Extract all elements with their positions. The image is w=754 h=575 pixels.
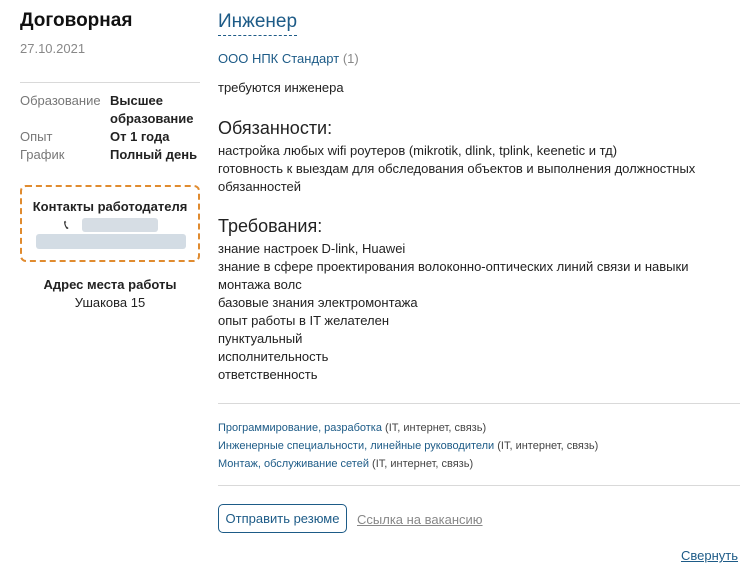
contact-info-hidden[interactable] xyxy=(36,234,186,249)
send-resume-button[interactable]: Отправить резюме xyxy=(218,504,347,533)
company-link[interactable]: ООО НПК Стандарт xyxy=(218,51,339,66)
category-link[interactable]: Программирование, разработка xyxy=(218,422,382,434)
duties-list: настройка любых wifi роутеров (mikrotik,… xyxy=(218,142,743,196)
list-item: опыт работы в IT желателен xyxy=(218,313,390,328)
collapse-link[interactable]: Свернуть xyxy=(681,548,738,563)
property-label-education: Образование xyxy=(20,93,101,108)
list-item: пунктуальный xyxy=(218,331,303,346)
list-item: настройка любых wifi роутеров (mikrotik,… xyxy=(218,143,618,158)
category-item: Программирование, разработка (IT, интерн… xyxy=(218,419,598,437)
category-suffix: (IT, интернет, связь) xyxy=(372,458,474,470)
category-link[interactable]: Инженерные специальности, линейные руков… xyxy=(218,440,494,452)
categories-list: Программирование, разработка (IT, интерн… xyxy=(218,419,598,473)
list-item: базовые знания электромонтажа xyxy=(218,295,418,310)
phone-number-hidden[interactable] xyxy=(82,218,158,232)
duties-title: Обязанности: xyxy=(218,118,333,138)
job-title[interactable]: Инженер xyxy=(218,11,298,36)
list-item: ответственность xyxy=(218,367,318,382)
address-value: Ушакова 15 xyxy=(74,295,146,310)
list-item: готовность к выездам для обследования об… xyxy=(218,161,696,194)
list-item: исполнительность xyxy=(218,349,329,364)
phone-icon: 📞︎ xyxy=(64,217,69,232)
category-item: Инженерные специальности, линейные руков… xyxy=(218,437,598,455)
list-item: знание в сфере проектирования волоконно-… xyxy=(218,259,689,292)
address-title: Адрес места работы xyxy=(43,277,177,292)
list-item: знание настроек D-link, Huawei xyxy=(218,241,406,256)
vacancy-link[interactable]: Ссылка на вакансию xyxy=(357,512,483,527)
divider xyxy=(218,485,740,486)
salary: Договорная xyxy=(20,10,133,31)
category-suffix: (IT, интернет, связь) xyxy=(497,440,599,452)
company-vacancy-count: (1) xyxy=(342,51,359,66)
company-line: ООО НПК Стандарт (1) xyxy=(218,51,359,66)
job-description: требуются инженера xyxy=(218,80,344,95)
category-item: Монтаж, обслуживание сетей (IT, интернет… xyxy=(218,455,598,473)
category-suffix: (IT, интернет, связь) xyxy=(385,422,487,434)
divider xyxy=(218,403,740,404)
requirements-title: Требования: xyxy=(218,216,323,236)
requirements-list: знание настроек D-link, Huawei знание в … xyxy=(218,240,743,384)
contacts-title: Контакты работодателя xyxy=(32,199,188,214)
employer-contacts-box[interactable]: Контакты работодателя 📞︎ xyxy=(20,185,200,262)
property-value-schedule: Полный день xyxy=(110,147,198,162)
property-label-schedule: График xyxy=(20,147,65,162)
property-value-experience: От 1 года xyxy=(110,129,170,144)
posted-date: 27.10.2021 xyxy=(20,41,86,56)
property-value-education: Высшее образование xyxy=(110,93,194,126)
property-label-experience: Опыт xyxy=(20,129,53,144)
category-link[interactable]: Монтаж, обслуживание сетей xyxy=(218,458,369,470)
divider xyxy=(20,82,200,83)
